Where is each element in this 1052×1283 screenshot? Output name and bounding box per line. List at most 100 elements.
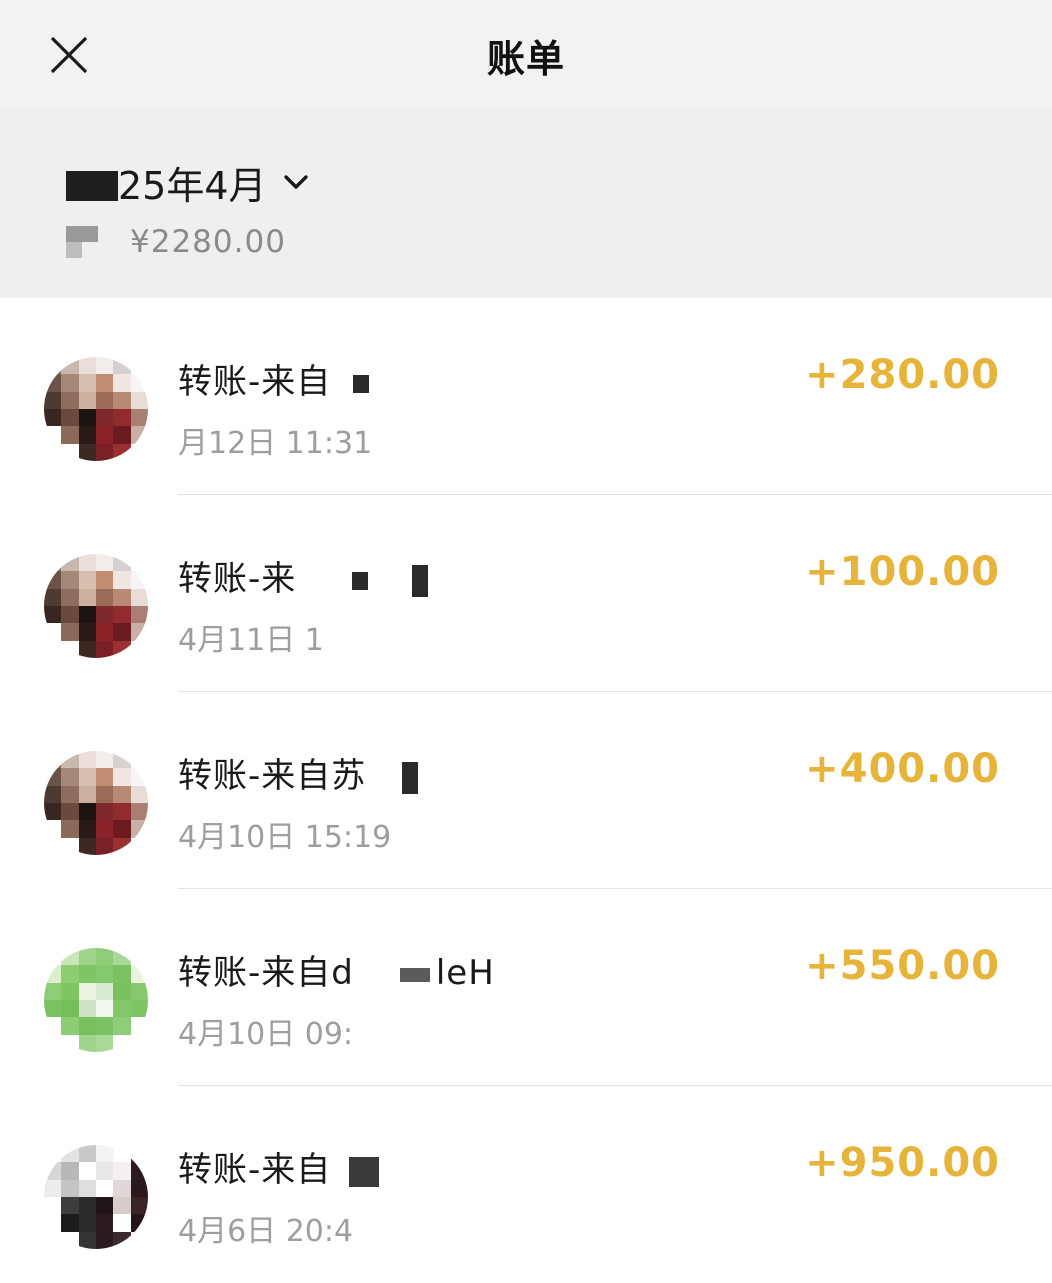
avatar-pixel [78, 820, 96, 838]
avatar-pixel [96, 623, 114, 641]
avatar-pixel [44, 1231, 62, 1249]
avatar-pixel [96, 803, 114, 821]
avatar-pixel [130, 588, 148, 606]
page-title: 账单 [486, 37, 565, 81]
avatar-pixel [44, 768, 62, 786]
avatar-pixel [61, 820, 79, 838]
avatar-pixel [44, 588, 62, 606]
avatar-pixel [44, 1017, 62, 1035]
avatar-pixel [61, 426, 79, 444]
transaction-time: 4月10日 15:19 [178, 820, 392, 855]
avatar-pixel [113, 982, 131, 1000]
avatar [44, 751, 148, 855]
avatar-pixel [44, 1145, 62, 1163]
avatar-pixel [130, 443, 148, 461]
avatar-pixel [113, 391, 131, 409]
avatar-pixel [113, 443, 131, 461]
income-icon [66, 226, 98, 258]
avatar-pixel [61, 1145, 79, 1163]
avatar-pixel [78, 391, 96, 409]
avatar-pixel [113, 571, 131, 589]
avatar-pixel [44, 426, 62, 444]
avatar-pixel [96, 1179, 114, 1197]
avatar-pixel [130, 1214, 148, 1232]
avatar-pixel [130, 1000, 148, 1018]
avatar-pixel [96, 640, 114, 658]
avatar-pixel [96, 1162, 114, 1180]
transaction-row[interactable]: 转账-来自苏 4月10日 15:19 +400.00 [0, 692, 1052, 889]
avatar-pixel [61, 1231, 79, 1249]
avatar [44, 357, 148, 461]
avatar [44, 1145, 148, 1249]
avatar-pixel [96, 1231, 114, 1249]
avatar-pixel [61, 1017, 79, 1035]
avatar-pixel [96, 1214, 114, 1232]
avatar-pixel [113, 820, 131, 838]
avatar-pixel [78, 554, 96, 572]
avatar-pixel [78, 623, 96, 641]
avatar-pixel [61, 768, 79, 786]
avatar-pixel [113, 1231, 131, 1249]
avatar-pixel [113, 623, 131, 641]
avatar-pixel [130, 391, 148, 409]
avatar-pixel [96, 785, 114, 803]
avatar-pixel [61, 1197, 79, 1215]
avatar-pixel [78, 1214, 96, 1232]
avatar-pixel [61, 948, 79, 966]
transaction-row[interactable]: 转账-来 4月11日 1 +100.00 [0, 495, 1052, 692]
avatar-pixel [113, 837, 131, 855]
avatar-pixel [78, 803, 96, 821]
avatar-pixel [44, 640, 62, 658]
avatar-pixel [113, 640, 131, 658]
avatar-pixel [61, 982, 79, 1000]
transaction-title: 转账-来自苏 [178, 748, 419, 797]
avatar-pixel [130, 606, 148, 624]
avatar-pixel [113, 374, 131, 392]
avatar-pixel [113, 1214, 131, 1232]
avatar-pixel [113, 409, 131, 427]
avatar-pixel [96, 751, 114, 769]
transaction-time: 4月6日 20:4 [178, 1214, 354, 1249]
avatar-pixel [78, 982, 96, 1000]
avatar-pixel [113, 1197, 131, 1215]
avatar-pixel [130, 426, 148, 444]
avatar-pixel [44, 554, 62, 572]
avatar-pixel [78, 606, 96, 624]
avatar-pixel [130, 374, 148, 392]
avatar-pixel [61, 837, 79, 855]
avatar-pixel [113, 1162, 131, 1180]
chevron-down-icon [283, 175, 308, 189]
avatar-pixel [44, 982, 62, 1000]
avatar-pixel [113, 426, 131, 444]
avatar-pixel [78, 1034, 96, 1052]
avatar-pixel [113, 588, 131, 606]
avatar-pixel [96, 409, 114, 427]
avatar-pixel [130, 554, 148, 572]
avatar-pixel [130, 640, 148, 658]
avatar-pixel [61, 409, 79, 427]
avatar-pixel [44, 1162, 62, 1180]
transaction-row[interactable]: 转账-来自 4月6日 20:4 +950.00 [0, 1086, 1052, 1283]
transaction-row[interactable]: 转账-来自 月12日 11:31 +280.00 [0, 298, 1052, 495]
avatar-pixel [130, 1145, 148, 1163]
avatar-pixel [96, 982, 114, 1000]
avatar-pixel [78, 1197, 96, 1215]
avatar-pixel [113, 768, 131, 786]
month-label: 25年4月 [118, 163, 267, 208]
avatar-pixel [44, 1197, 62, 1215]
avatar-pixel [78, 426, 96, 444]
avatar-pixel [44, 357, 62, 375]
avatar-pixel [61, 623, 79, 641]
avatar [44, 554, 148, 658]
avatar-pixel [96, 1017, 114, 1035]
avatar-pixel [96, 391, 114, 409]
avatar-pixel [113, 1145, 131, 1163]
avatar-pixel [61, 588, 79, 606]
transaction-row[interactable]: 转账-来自d leH 4月10日 09: +550.00 [0, 889, 1052, 1086]
avatar-pixel [113, 357, 131, 375]
avatar-pixel [130, 571, 148, 589]
avatar-pixel [78, 785, 96, 803]
avatar-pixel [78, 965, 96, 983]
month-selector[interactable]: 25年4月 [66, 156, 311, 208]
avatar-pixel [96, 1000, 114, 1018]
